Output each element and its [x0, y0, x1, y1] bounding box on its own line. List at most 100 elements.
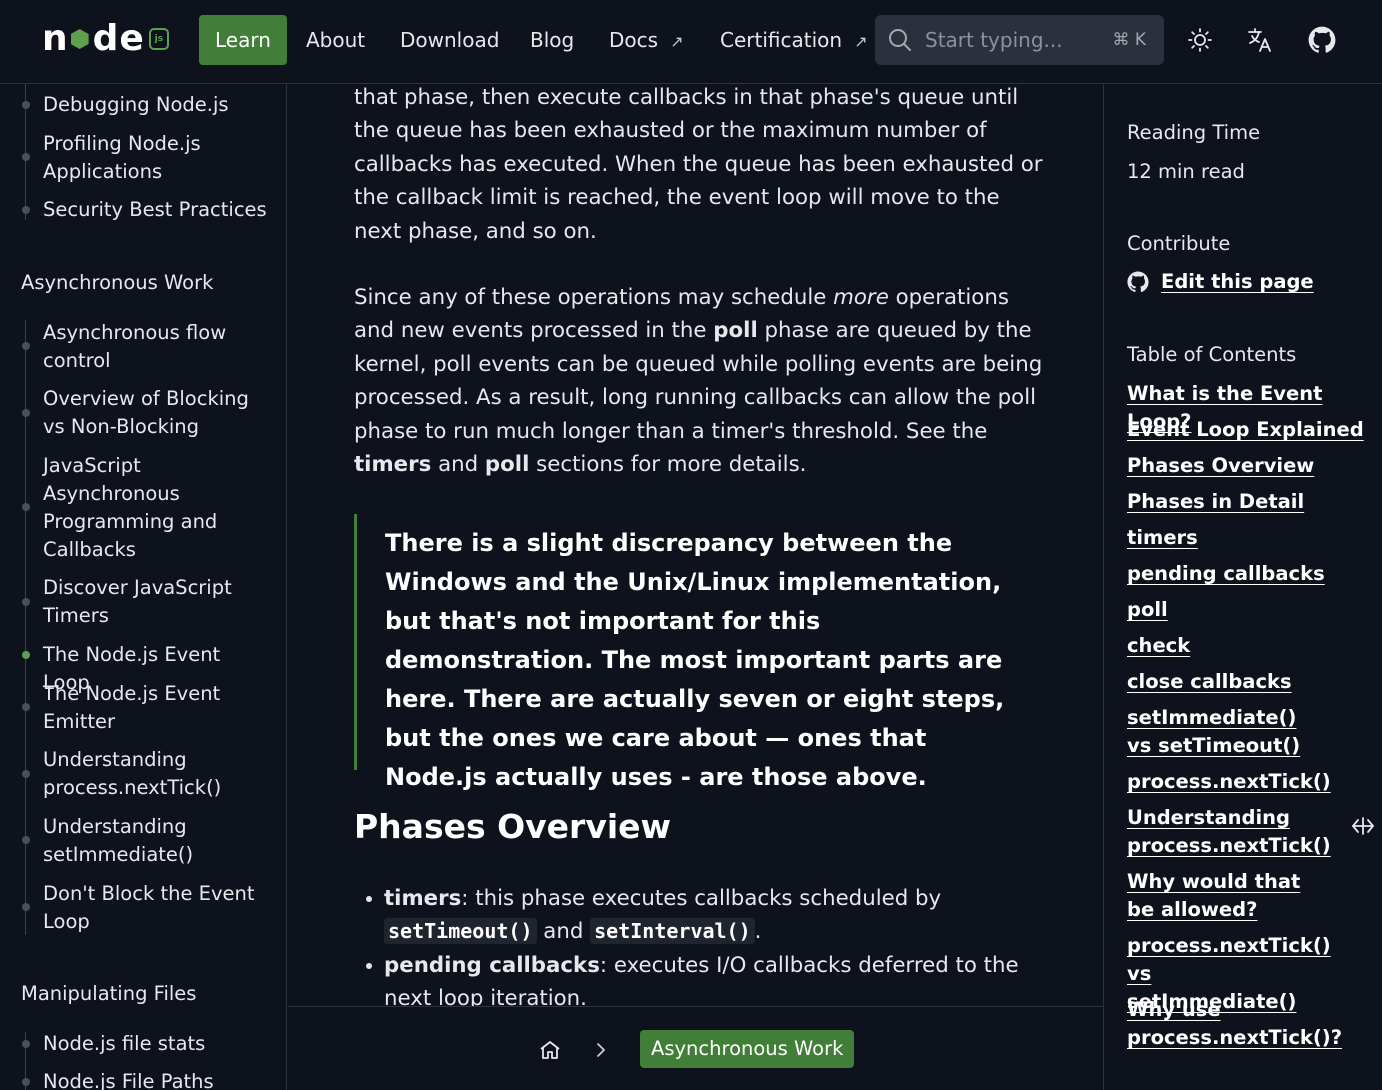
language-button[interactable] [1242, 22, 1278, 58]
list-item: pending callbacks: executes I/O callback… [366, 949, 1044, 1006]
paragraph: that phase, then execute callbacks in th… [354, 85, 1043, 244]
toc-item[interactable]: Phases in Detail [1127, 488, 1367, 516]
toc-label: Table of Contents [1127, 343, 1297, 366]
text: sections for more details. [529, 452, 807, 478]
breadcrumb-current[interactable]: Asynchronous Work [640, 1030, 855, 1068]
sidebar-bullet-active [22, 651, 30, 659]
toc-item[interactable]: poll [1127, 596, 1367, 624]
resize-handle-icon[interactable] [1351, 815, 1375, 837]
sidebar-bullet [22, 153, 30, 161]
search-icon [889, 29, 911, 51]
sidebar-bullet [22, 101, 30, 109]
section-heading: Phases Overview [354, 807, 672, 846]
text: and [536, 919, 591, 945]
toc-item[interactable]: setImmediate() vs setTimeout() [1127, 704, 1327, 760]
list-term: pending callbacks [384, 952, 600, 978]
logo-hexagon-icon [70, 29, 89, 49]
text: . [754, 919, 762, 945]
logo-letter-n: n [42, 18, 68, 59]
edit-page-link[interactable]: Edit this page [1127, 270, 1314, 293]
logo-js-badge: js [148, 28, 169, 50]
nav-about[interactable]: About [306, 15, 365, 65]
breadcrumb: Asynchronous Work [288, 1006, 1103, 1090]
edit-page-label: Edit this page [1161, 270, 1314, 293]
sidebar-bullet [22, 598, 30, 606]
text: : this phase executes callbacks schedule… [461, 886, 942, 911]
sidebar-bullet [22, 1040, 30, 1048]
bullet-dot [366, 896, 372, 902]
sidebar-item-timers[interactable]: Discover JavaScript Timers [43, 574, 273, 630]
nav-docs[interactable]: Docs ↗ [609, 15, 683, 65]
reading-time-value: 12 min read [1127, 160, 1245, 183]
nodejs-logo[interactable]: n d e js [42, 18, 169, 59]
toc-item[interactable]: process.nextTick() [1127, 768, 1367, 796]
theme-toggle-button[interactable] [1182, 22, 1218, 58]
search-input[interactable]: Start typing... ⌘ K [875, 15, 1164, 65]
inline-code: setTimeout() [384, 918, 537, 945]
sidebar-item-profiling[interactable]: Profiling Node.js Applications [43, 130, 273, 186]
nav-learn-label: Learn [215, 28, 271, 52]
text: Since any of these operations may schedu… [354, 285, 834, 310]
toc-item[interactable]: close callbacks [1127, 668, 1367, 696]
github-button[interactable] [1304, 22, 1340, 58]
sidebar-item-debugging[interactable]: Debugging Node.js [43, 91, 273, 119]
list-term: timers [384, 886, 462, 911]
nav-about-label: About [306, 28, 366, 52]
paragraph: Since any of these operations may schedu… [354, 281, 1044, 481]
nav-certification-label: Certification [720, 28, 843, 52]
toc-item[interactable]: Understanding process.nextTick() [1127, 804, 1331, 860]
reading-time-label: Reading Time [1127, 121, 1261, 144]
sidebar-bullet [22, 206, 30, 214]
sidebar-bullet [22, 770, 30, 778]
toc-item[interactable]: Why use process.nextTick()? [1127, 996, 1342, 1052]
sidebar-item-setimmediate[interactable]: Understanding setImmediate() [43, 813, 273, 869]
sidebar-item-file-stats[interactable]: Node.js file stats [43, 1030, 273, 1058]
sidebar-item-callbacks[interactable]: JavaScript Asynchronous Programming and … [43, 452, 273, 564]
toc-item[interactable]: Phases Overview [1127, 452, 1367, 480]
sidebar-bullet [22, 703, 30, 711]
nav-blog[interactable]: Blog [530, 15, 574, 65]
strong: timers [354, 452, 432, 478]
nav-learn[interactable]: Learn [199, 15, 287, 65]
sidebar-item-event-emitter[interactable]: The Node.js Event Emitter [43, 680, 273, 736]
toc-item[interactable]: Event Loop Explained [1127, 416, 1367, 444]
toc-item[interactable]: Why would that be allowed? [1127, 868, 1327, 924]
nav-certification[interactable]: Certification ↗ [720, 15, 867, 65]
text: and [431, 452, 485, 478]
sidebar-item-security[interactable]: Security Best Practices [43, 196, 273, 224]
external-link-icon: ↗ [854, 32, 868, 51]
sidebar-item-async-flow[interactable]: Asynchronous flow control [43, 319, 273, 375]
nav-docs-label: Docs [609, 28, 659, 52]
home-icon[interactable] [538, 1038, 562, 1062]
sidebar-item-dont-block[interactable]: Don't Block the Event Loop [43, 880, 273, 936]
toc-item[interactable]: timers [1127, 524, 1367, 552]
logo-letter-e: e [119, 18, 143, 59]
toc-item[interactable]: pending callbacks [1127, 560, 1367, 588]
sun-icon [1188, 28, 1212, 52]
phases-list: timers: this phase executes callbacks sc… [366, 882, 1044, 1006]
nav-download[interactable]: Download [400, 15, 499, 65]
sidebar-bullet [22, 1078, 30, 1086]
sidebar-group-files: Manipulating Files [21, 982, 197, 1005]
sidebar-item-file-paths[interactable]: Node.js File Paths [43, 1068, 273, 1090]
bullet-dot [366, 962, 372, 969]
sidebar-bullet [22, 836, 30, 844]
contribute-label: Contribute [1127, 232, 1231, 255]
external-link-icon: ↗ [670, 32, 684, 51]
sidebar-item-nexttick[interactable]: Understanding process.nextTick() [43, 746, 273, 802]
sidebar-bullet [22, 903, 30, 911]
sidebar: Debugging Node.js Profiling Node.js Appl… [0, 84, 287, 1090]
inline-code: setInterval() [590, 918, 755, 945]
github-icon [1127, 270, 1149, 292]
top-navigation: n d e js Learn About Download Blog Docs ↗… [0, 0, 1382, 84]
toc-item[interactable]: check [1127, 632, 1367, 660]
search-shortcut: ⌘ K [1112, 30, 1146, 50]
nav-download-label: Download [400, 28, 500, 52]
translate-icon [1248, 28, 1271, 52]
chevron-right-icon [597, 1043, 606, 1057]
sidebar-bullet [22, 503, 30, 511]
list-item: timers: this phase executes callbacks sc… [366, 882, 1044, 949]
blockquote-text: There is a slight discrepancy between th… [385, 529, 1005, 791]
nav-blog-label: Blog [530, 28, 575, 52]
sidebar-item-blocking[interactable]: Overview of Blocking vs Non-Blocking [43, 385, 273, 441]
